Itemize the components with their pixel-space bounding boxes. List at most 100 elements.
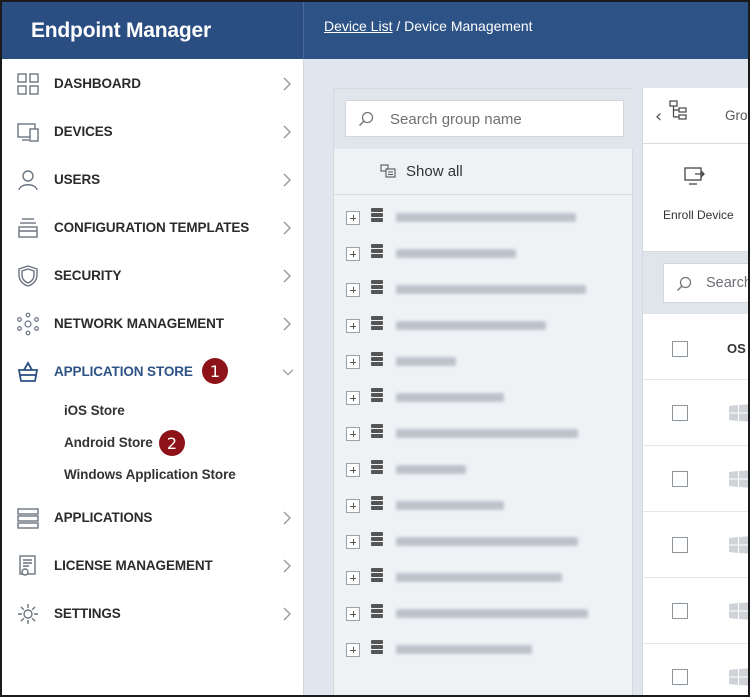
network-icon	[17, 312, 39, 336]
show-all-button[interactable]: Show all	[334, 149, 634, 195]
windows-icon	[729, 404, 748, 422]
group-tree-row[interactable]	[334, 343, 634, 379]
user-icon	[18, 170, 38, 191]
sidebar-item-devices[interactable]: DEVICES	[2, 112, 304, 152]
sidebar-item-label: SETTINGS	[54, 606, 121, 621]
group-name-redacted	[396, 501, 504, 510]
group-name-redacted	[396, 213, 576, 222]
group-icon	[371, 244, 383, 258]
group-icon	[371, 388, 383, 402]
expand-icon[interactable]	[346, 463, 360, 477]
sidebar-item-applications[interactable]: APPLICATIONS	[2, 498, 304, 538]
device-row[interactable]	[643, 512, 748, 578]
step-badge-1: 1	[202, 358, 228, 384]
device-row[interactable]	[643, 644, 748, 695]
group-name-redacted	[396, 573, 562, 582]
group-name-redacted	[396, 321, 546, 330]
expand-icon[interactable]	[346, 319, 360, 333]
expand-icon[interactable]	[346, 643, 360, 657]
group-icon	[371, 496, 383, 510]
device-table-header: OS	[643, 314, 748, 380]
group-name-redacted	[396, 645, 532, 654]
group-tree-row[interactable]	[334, 415, 634, 451]
sidebar-item-users[interactable]: USERS	[2, 160, 304, 200]
sidebar-item-label: USERS	[54, 172, 101, 187]
group-icon	[371, 604, 383, 618]
device-row[interactable]	[643, 380, 748, 446]
group-icon	[371, 640, 383, 654]
group-icon	[371, 460, 383, 474]
expand-icon[interactable]	[346, 427, 360, 441]
group-name-redacted	[396, 537, 578, 546]
sidebar-item-settings[interactable]: SETTINGS	[2, 594, 304, 634]
group-tree-row[interactable]	[334, 235, 634, 271]
group-tree-row[interactable]	[334, 271, 634, 307]
group-name-redacted	[396, 609, 588, 618]
sub-item-windows-application-store[interactable]: Windows Application Store	[64, 467, 236, 482]
device-search-input[interactable]: Search	[663, 263, 748, 303]
group-tree-row[interactable]	[334, 199, 634, 235]
sub-item-android-store[interactable]: Android Store	[64, 435, 153, 450]
device-toolbar: Enroll Device	[643, 144, 748, 252]
sidebar-item-security[interactable]: SECURITY	[2, 256, 304, 296]
group-tree-row[interactable]	[334, 307, 634, 343]
expand-icon[interactable]	[346, 535, 360, 549]
expand-icon[interactable]	[346, 607, 360, 621]
group-panel: Search group name Show all	[333, 88, 634, 695]
device-checkbox[interactable]	[672, 669, 688, 685]
sidebar-item-configuration-templates[interactable]: CONFIGURATION TEMPLATES	[2, 208, 304, 248]
group-tree-row[interactable]	[334, 451, 634, 487]
enroll-device-icon[interactable]	[683, 166, 705, 188]
expand-icon[interactable]	[346, 571, 360, 585]
collapse-groups-icon[interactable]: ‹	[655, 106, 662, 127]
sub-item-ios-store[interactable]: iOS Store	[64, 403, 125, 418]
breadcrumb-device-list[interactable]: Device List	[324, 18, 392, 34]
groups-tab[interactable]: Grou	[725, 108, 748, 123]
group-tree-row[interactable]	[334, 559, 634, 595]
chevron-right-icon	[283, 77, 291, 91]
device-row[interactable]	[643, 446, 748, 512]
sidebar-item-license-management[interactable]: LICENSE MANAGEMENT	[2, 546, 304, 586]
expand-icon[interactable]	[346, 499, 360, 513]
device-checkbox[interactable]	[672, 603, 688, 619]
expand-icon[interactable]	[346, 391, 360, 405]
sidebar-item-dashboard[interactable]: DASHBOARD	[2, 64, 304, 104]
sidebar-item-label: SECURITY	[54, 268, 122, 283]
device-checkbox[interactable]	[672, 405, 688, 421]
expand-icon[interactable]	[346, 355, 360, 369]
group-name-redacted	[396, 357, 456, 366]
chevron-right-icon	[283, 125, 291, 139]
device-checkbox[interactable]	[672, 471, 688, 487]
device-checkbox[interactable]	[672, 537, 688, 553]
breadcrumb-current: Device Management	[404, 18, 533, 34]
group-tree-row[interactable]	[334, 523, 634, 559]
sidebar: DASHBOARD DEVICES USERS CONFIGURATION TE…	[2, 59, 304, 695]
expand-icon[interactable]	[346, 247, 360, 261]
group-tree-row[interactable]	[334, 631, 634, 667]
step-badge-2: 2	[159, 430, 185, 456]
enroll-device-button[interactable]: Enroll Device	[663, 208, 734, 222]
expand-icon[interactable]	[346, 283, 360, 297]
dashboard-icon	[17, 73, 39, 95]
os-column-header[interactable]: OS	[727, 341, 746, 356]
sidebar-item-label: LICENSE MANAGEMENT	[54, 558, 213, 573]
sidebar-item-application-store[interactable]: APPLICATION STORE	[2, 352, 304, 392]
group-icon	[371, 352, 383, 366]
chevron-right-icon	[283, 607, 291, 621]
sidebar-item-label: DEVICES	[54, 124, 113, 139]
group-tree-row[interactable]	[334, 487, 634, 523]
group-tree-row[interactable]	[334, 379, 634, 415]
brand[interactable]: Endpoint Manager	[2, 2, 304, 59]
sidebar-item-label: APPLICATIONS	[54, 510, 153, 525]
sidebar-item-network-management[interactable]: NETWORK MANAGEMENT	[2, 304, 304, 344]
group-tree-icon[interactable]	[669, 100, 687, 122]
expand-icon[interactable]	[346, 211, 360, 225]
group-search-input[interactable]: Search group name	[345, 100, 624, 137]
sidebar-item-label: CONFIGURATION TEMPLATES	[54, 220, 250, 235]
search-icon	[676, 276, 692, 292]
select-all-checkbox[interactable]	[672, 341, 688, 357]
license-icon	[19, 555, 36, 576]
device-row[interactable]	[643, 578, 748, 644]
group-search-placeholder: Search group name	[390, 111, 522, 128]
group-tree-row[interactable]	[334, 595, 634, 631]
